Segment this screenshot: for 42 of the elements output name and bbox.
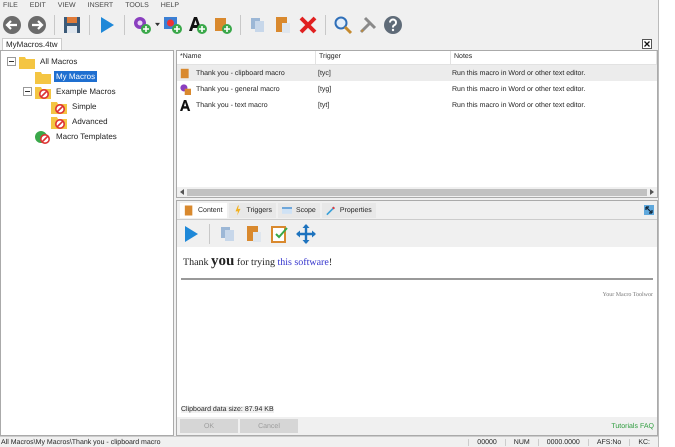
tree-item[interactable]: Macro Templates — [54, 131, 119, 142]
close-icon[interactable] — [642, 39, 652, 49]
window-icon — [282, 204, 292, 216]
text-icon — [180, 100, 191, 110]
tree-item[interactable]: Simple — [70, 101, 98, 112]
save-icon[interactable] — [62, 14, 82, 34]
tools-icon[interactable] — [358, 14, 378, 34]
search-icon[interactable] — [333, 14, 353, 34]
forward-icon[interactable] — [27, 14, 47, 34]
document-tab[interactable]: MyMacros.4tw — [2, 38, 62, 50]
maximize-icon[interactable] — [644, 205, 654, 215]
record-add-icon[interactable] — [163, 14, 183, 34]
folder-blocked-icon — [51, 100, 67, 114]
paste-icon[interactable] — [273, 14, 293, 34]
folder-blocked-icon — [51, 114, 67, 128]
message-text: Thank you for trying this software! — [182, 252, 334, 271]
back-icon[interactable] — [2, 14, 22, 34]
paste-icon[interactable] — [244, 224, 264, 244]
tree-item[interactable]: All Macros — [38, 56, 80, 67]
scroll-left-icon[interactable] — [179, 189, 185, 195]
tree-item[interactable]: Example Macros — [54, 86, 118, 97]
tree-item[interactable]: My Macros — [54, 71, 98, 82]
template-blocked-icon — [35, 130, 51, 144]
clipboard-icon — [184, 204, 194, 216]
delete-icon[interactable] — [298, 14, 318, 34]
scroll-right-icon[interactable] — [649, 189, 655, 195]
folder-icon — [19, 54, 35, 68]
collapse-icon[interactable] — [23, 87, 32, 96]
folder-icon — [35, 70, 51, 84]
lightning-icon — [232, 204, 243, 216]
message-link[interactable]: this software — [277, 257, 329, 268]
collapse-icon[interactable] — [7, 57, 16, 66]
clipboard-icon — [180, 68, 191, 78]
text-add-icon[interactable] — [188, 14, 208, 34]
caret-icon[interactable] — [155, 22, 160, 27]
help-icon[interactable] — [383, 14, 403, 34]
move-icon[interactable] — [296, 224, 316, 244]
folder-blocked-icon — [35, 84, 51, 98]
horizontal-scrollbar[interactable] — [177, 187, 657, 197]
pencil-icon — [326, 204, 336, 216]
tree-item[interactable]: Advanced — [70, 116, 110, 127]
edit-icon[interactable] — [270, 224, 290, 244]
